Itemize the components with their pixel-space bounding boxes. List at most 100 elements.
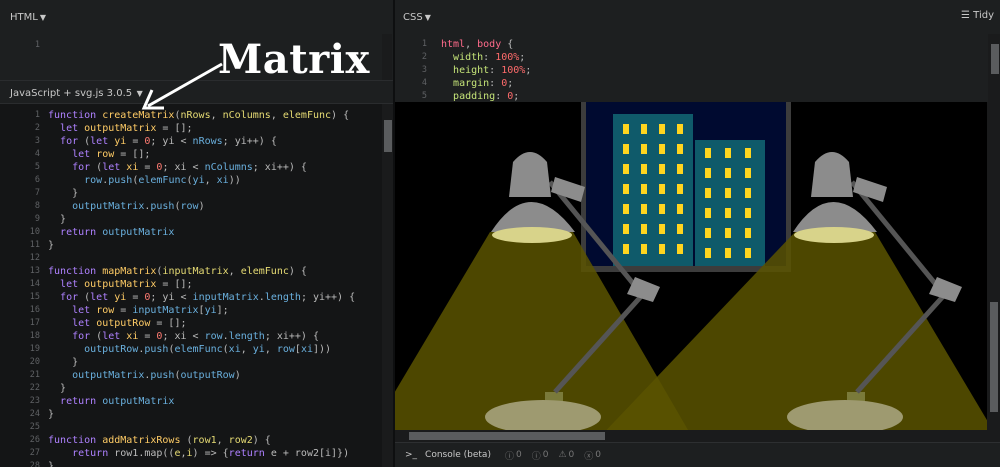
js-scrollbar-thumb[interactable] bbox=[384, 120, 392, 152]
chevron-down-icon: ▼ bbox=[39, 12, 46, 22]
building-window bbox=[725, 168, 731, 178]
code-line: outputMatrix.push(row) bbox=[72, 201, 205, 212]
log-count: 0 bbox=[515, 450, 522, 460]
line-number: 26 bbox=[29, 435, 40, 445]
line-number: 18 bbox=[29, 331, 40, 341]
js-pane-title: JavaScript + svg.js 3.0.5 bbox=[10, 87, 133, 99]
building-window bbox=[659, 244, 665, 254]
building-window bbox=[725, 228, 731, 238]
line-number: 1 bbox=[34, 110, 40, 120]
code-line: } bbox=[48, 214, 67, 225]
html-scrollbar[interactable] bbox=[382, 34, 392, 80]
code-line: function mapMatrix(inputMatrix, elemFunc… bbox=[48, 266, 307, 277]
line-number: 2 bbox=[421, 52, 427, 62]
code-line: for (let xi = 0; xi < nColumns; xi++) { bbox=[72, 162, 307, 173]
building-window bbox=[623, 184, 629, 194]
building-window bbox=[677, 144, 683, 154]
building-window bbox=[623, 224, 629, 234]
tidy-button[interactable]: ☰ Tidy bbox=[961, 10, 994, 21]
css-pane-header[interactable]: CSS ▼ bbox=[403, 0, 431, 34]
lamp-right-bulb bbox=[794, 227, 874, 243]
line-number: 2 bbox=[34, 123, 40, 133]
building-window bbox=[659, 184, 665, 194]
code-line: let outputMatrix = []; bbox=[60, 123, 193, 134]
line-number: 23 bbox=[29, 396, 40, 406]
line-number: 17 bbox=[29, 318, 40, 328]
line-number: 1 bbox=[421, 39, 427, 49]
lamp-right-base bbox=[787, 400, 903, 434]
list-icon: ☰ bbox=[960, 10, 970, 21]
building-window bbox=[745, 148, 751, 158]
html-pane-title: HTML bbox=[10, 11, 38, 23]
building-window bbox=[705, 228, 711, 238]
building-window bbox=[659, 204, 665, 214]
tidy-label: Tidy bbox=[973, 10, 994, 21]
code-line: return row1.map((e,i) => {return e + row… bbox=[72, 448, 350, 459]
css-code-lines[interactable]: html, body { width: 100%; height: 100%; … bbox=[441, 38, 531, 102]
code-line: return outputMatrix bbox=[60, 227, 175, 238]
js-code-lines[interactable]: function createMatrix(nRows, nColumns, e… bbox=[48, 109, 355, 467]
line-number: 20 bbox=[29, 357, 40, 367]
line-number: 25 bbox=[29, 422, 40, 432]
building-window bbox=[677, 124, 683, 134]
line-number: 11 bbox=[29, 240, 40, 250]
building-window bbox=[745, 188, 751, 198]
line-number: 10 bbox=[29, 227, 40, 237]
building-window bbox=[677, 164, 683, 174]
console-bar[interactable]: >_ Console (beta) ⓘ 0 ⓘ 0 ⚠ 0 ⓧ 0 bbox=[395, 442, 1000, 467]
building-window bbox=[745, 168, 751, 178]
line-number: 8 bbox=[34, 201, 40, 211]
code-line: return outputMatrix bbox=[60, 396, 175, 407]
info-count: 0 bbox=[542, 450, 549, 460]
preview-hscrollbar-thumb[interactable] bbox=[409, 432, 605, 440]
building-window bbox=[677, 244, 683, 254]
console-icon: >_ bbox=[405, 450, 418, 460]
line-number: 14 bbox=[29, 279, 40, 289]
line-number: 22 bbox=[29, 383, 40, 393]
line-number: 4 bbox=[421, 78, 427, 88]
code-line: width: 100%; bbox=[453, 52, 526, 63]
line-number: 28 bbox=[29, 461, 40, 467]
log-count-icon: ⓘ bbox=[504, 451, 514, 462]
line-number: 13 bbox=[29, 266, 40, 276]
console-label[interactable]: Console (beta) bbox=[425, 450, 491, 460]
html-line-number: 1 bbox=[34, 40, 40, 50]
css-editor-pane: CSS ▼ ☰ Tidy 1 2 3 4 5 html, body { width: 1… bbox=[395, 0, 1000, 102]
line-number: 15 bbox=[29, 292, 40, 302]
error-count: 0 bbox=[595, 450, 602, 460]
building-window bbox=[641, 144, 647, 154]
code-line: } bbox=[48, 461, 55, 467]
info-count-icon: ⓘ bbox=[531, 451, 541, 462]
line-number: 9 bbox=[34, 214, 40, 224]
line-number: 16 bbox=[29, 305, 40, 315]
code-line: function addMatrixRows (row1, row2) { bbox=[48, 435, 271, 446]
preview-vscrollbar-thumb[interactable] bbox=[990, 302, 998, 412]
line-number: 7 bbox=[34, 188, 40, 198]
annotation-arrow-icon bbox=[141, 62, 223, 110]
building-window bbox=[745, 248, 751, 258]
building-window bbox=[623, 164, 629, 174]
code-line: } bbox=[48, 240, 55, 251]
building-window bbox=[641, 244, 647, 254]
building-window bbox=[641, 204, 647, 214]
code-line: let outputMatrix = []; bbox=[60, 279, 193, 290]
js-code-editor[interactable]: 1 2 3 4 5 6 7 8 9 10 11 12 13 14 15 16 17 18 19 20 21 22 23 24 2… bbox=[0, 104, 393, 467]
building-window bbox=[705, 168, 711, 178]
building-window bbox=[641, 124, 647, 134]
code-line: } bbox=[48, 357, 79, 368]
code-line: for (let yi = 0; yi < nRows; yi++) { bbox=[60, 136, 277, 147]
js-scrollbar[interactable] bbox=[382, 104, 393, 467]
line-number: 5 bbox=[34, 162, 40, 172]
css-pane-title: CSS bbox=[403, 11, 423, 23]
scene-svg bbox=[395, 102, 1000, 442]
code-line: } bbox=[48, 409, 55, 420]
css-scrollbar-thumb[interactable] bbox=[991, 44, 999, 74]
building-window bbox=[725, 208, 731, 218]
chevron-down-icon: ▼ bbox=[424, 12, 431, 22]
annotation-label: Matrix bbox=[218, 36, 370, 83]
code-line: } bbox=[48, 188, 79, 199]
html-pane-header[interactable]: HTML ▼ bbox=[10, 0, 46, 34]
result-preview[interactable] bbox=[395, 102, 1000, 442]
line-number: 21 bbox=[29, 370, 40, 380]
building-window bbox=[677, 184, 683, 194]
